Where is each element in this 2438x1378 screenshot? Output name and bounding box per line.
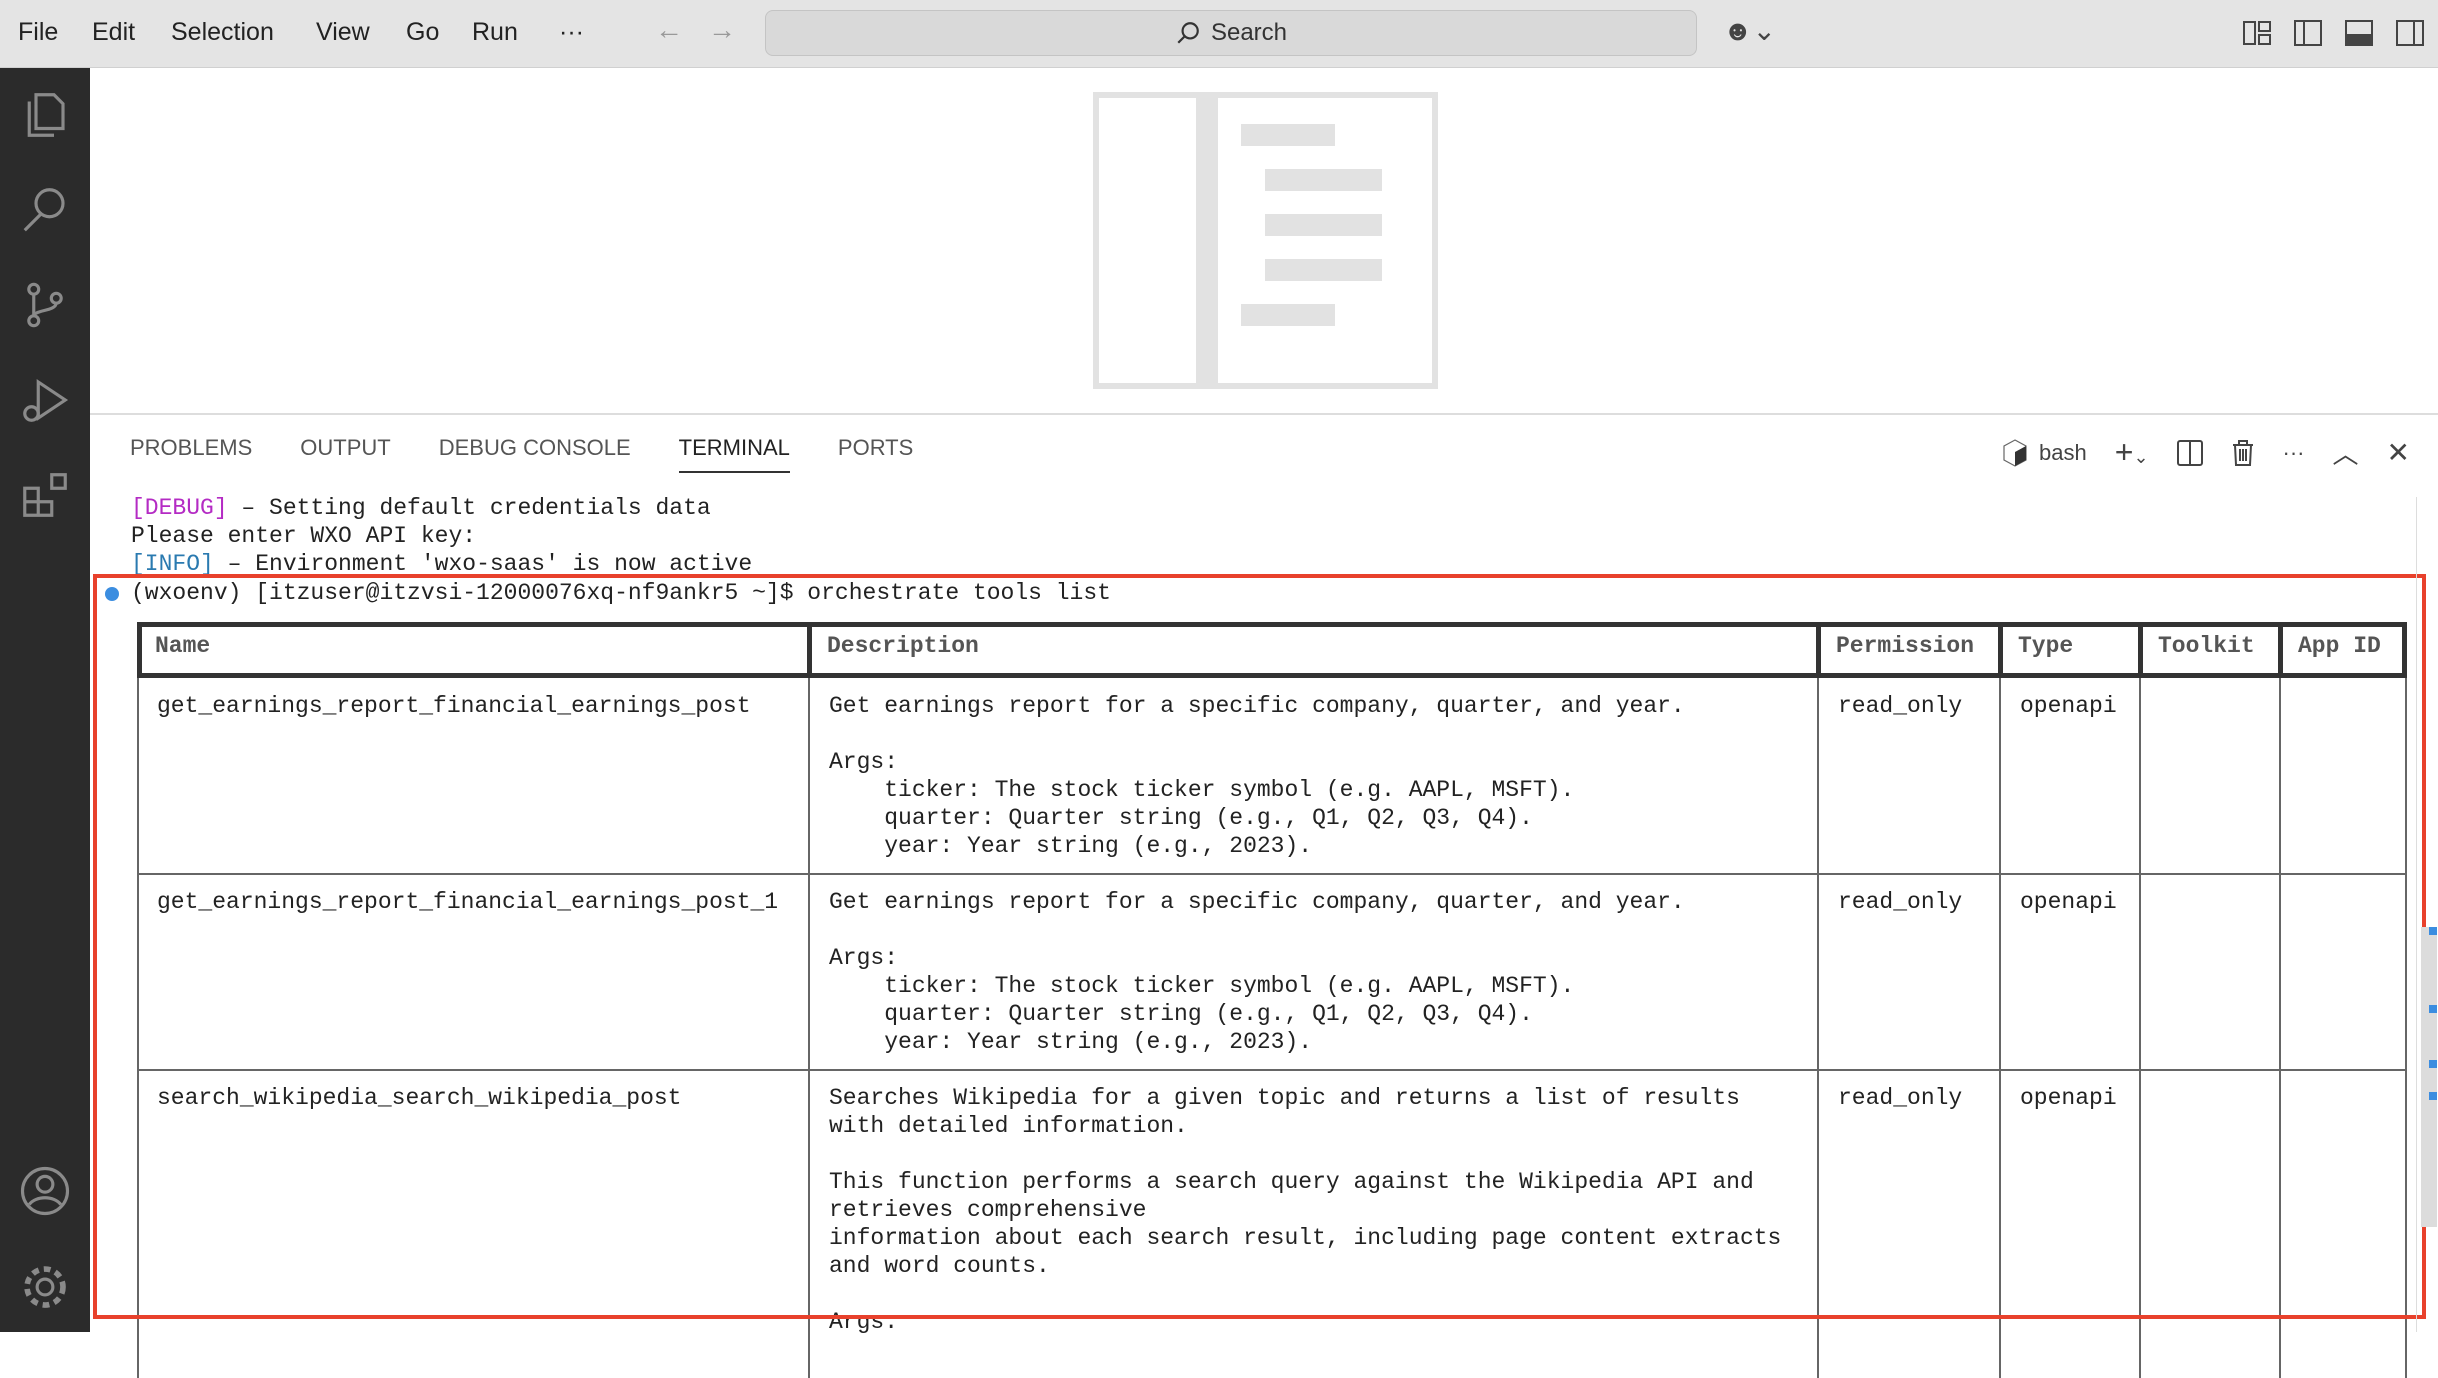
customize-layout-icon[interactable] [2242, 18, 2272, 48]
terminal-prompt: (wxoenv) [itzuser@itzvsi-12000076xq-nf9a… [131, 580, 1111, 606]
search-label: Search [1210, 19, 1288, 46]
explorer-icon[interactable] [18, 88, 72, 142]
account-icon[interactable] [18, 1164, 72, 1218]
tool-name: get_earnings_report_financial_earnings_p… [157, 693, 751, 719]
tool-description: Searches Wikipedia for a given topic and… [829, 1085, 1782, 1335]
back-arrow-icon[interactable]: ← [655, 14, 683, 46]
new-terminal-plus-icon[interactable]: +⌄ [2115, 434, 2149, 471]
search-icon [1177, 22, 1199, 44]
command-status-dot[interactable] [105, 587, 119, 601]
divider [2139, 678, 2141, 1378]
editor-area [90, 68, 2438, 415]
header-permission: Permission [1836, 633, 1975, 659]
panel-tabs: PROBLEMS OUTPUT DEBUG CONSOLE TERMINAL P… [130, 435, 913, 473]
toggle-secondary-sidebar-icon[interactable] [2395, 18, 2425, 48]
menu-more[interactable]: ··· [559, 18, 584, 47]
tool-permission: read_only [1838, 889, 1963, 915]
menu-file[interactable]: File [18, 18, 58, 47]
terminal-shell-selector[interactable]: bash [2001, 438, 2087, 468]
divider [1816, 622, 1821, 678]
tool-description: Get earnings report for a specific compa… [829, 889, 1685, 1055]
divider [137, 678, 139, 1378]
divider [2405, 678, 2407, 1378]
copilot-icon[interactable]: ☻⌄ [1723, 14, 1776, 47]
split-terminal-icon[interactable] [2176, 439, 2203, 466]
menu-selection[interactable]: Selection [171, 18, 274, 47]
divider [1999, 678, 2001, 1378]
activity-bar [0, 68, 90, 1332]
tool-type: openapi [2020, 889, 2117, 915]
divider [2278, 622, 2283, 678]
terminal-scrollbar[interactable] [2416, 497, 2438, 1332]
tool-permission: read_only [1838, 693, 1963, 719]
terminal-line: [INFO] – Environment 'wxo-saas' is now a… [131, 551, 753, 574]
trash-icon[interactable] [2231, 439, 2255, 467]
divider [2279, 678, 2281, 1378]
tools-table: Name Description Permission Type Toolkit… [137, 622, 2407, 1378]
tab-output[interactable]: OUTPUT [300, 435, 390, 473]
menu-view[interactable]: View [316, 18, 370, 47]
bash-icon [2003, 438, 2027, 467]
forward-arrow-icon[interactable]: → [708, 14, 736, 46]
scroll-marker [2429, 1092, 2437, 1100]
scroll-marker [2429, 1060, 2437, 1068]
tool-description: Get earnings report for a specific compa… [829, 693, 1685, 859]
panel-actions: bash +⌄ ··· ︿ ✕ [2001, 434, 2410, 471]
tab-ports[interactable]: PORTS [838, 435, 913, 473]
header-toolkit: Toolkit [2158, 633, 2255, 659]
scroll-marker [2429, 1005, 2437, 1013]
tool-permission: read_only [1838, 1085, 1963, 1111]
tool-name: search_wikipedia_search_wikipedia_post [157, 1085, 682, 1111]
divider [1998, 622, 2003, 678]
editor-watermark-icon [1093, 92, 1438, 389]
source-control-icon[interactable] [18, 278, 72, 332]
terminal-line: [DEBUG] – Setting default credentials da… [131, 495, 711, 521]
menu-go[interactable]: Go [406, 18, 439, 47]
tab-terminal[interactable]: TERMINAL [678, 435, 790, 473]
header-description: Description [827, 633, 979, 659]
run-debug-icon[interactable] [18, 373, 72, 427]
header-type: Type [2018, 633, 2074, 659]
shell-name: bash [2039, 439, 2087, 465]
more-actions-icon[interactable]: ··· [2283, 440, 2305, 466]
extensions-icon[interactable] [18, 468, 72, 522]
tool-type: openapi [2020, 1085, 2117, 1111]
header-name: Name [155, 633, 211, 659]
title-bar: File Edit Selection View Go Run ··· ← → … [0, 0, 2438, 68]
menu-run[interactable]: Run [472, 18, 518, 47]
tab-debug-console[interactable]: DEBUG CONSOLE [439, 435, 631, 473]
tool-type: openapi [2020, 693, 2117, 719]
toggle-sidebar-icon[interactable] [2293, 18, 2323, 48]
search-box[interactable]: Search [765, 10, 1697, 56]
maximize-panel-chevron-up-icon[interactable]: ︿ [2333, 434, 2359, 471]
terminal-line: Please enter WXO API key: [131, 523, 477, 549]
scrollbar-thumb[interactable] [2421, 927, 2437, 1227]
scroll-marker [2429, 927, 2437, 935]
settings-gear-icon[interactable] [18, 1260, 72, 1314]
divider [2138, 622, 2143, 678]
search-icon[interactable] [18, 183, 72, 237]
divider [1817, 678, 1819, 1378]
close-panel-icon[interactable]: ✕ [2387, 436, 2410, 469]
menu-edit[interactable]: Edit [92, 18, 135, 47]
tool-name: get_earnings_report_financial_earnings_p… [157, 889, 779, 915]
toggle-panel-icon[interactable] [2344, 18, 2374, 48]
tab-problems[interactable]: PROBLEMS [130, 435, 252, 473]
header-app-id: App ID [2298, 633, 2381, 659]
divider [807, 622, 812, 678]
